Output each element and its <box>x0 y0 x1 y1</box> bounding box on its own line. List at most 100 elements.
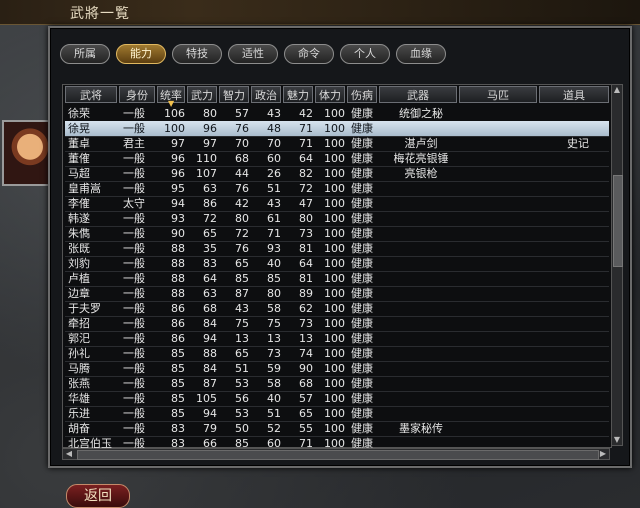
cell-pol: 75 <box>267 317 281 330</box>
cell-rank: 一般 <box>123 347 145 360</box>
cell-lead: 88 <box>171 272 185 285</box>
table-row[interactable]: 于夫罗 一般 86 68 43 58 62 100 健康 <box>65 301 609 317</box>
cell-cha: 65 <box>299 407 313 420</box>
cell-war: 68 <box>203 302 217 315</box>
scroll-up-icon[interactable]: ▲ <box>612 85 622 95</box>
hscroll-thumb[interactable] <box>77 450 599 460</box>
column-header-6[interactable]: 魅力 <box>283 86 313 103</box>
cell-lead: 106 <box>164 107 185 120</box>
table-row[interactable]: 董卓 君主 97 97 70 70 71 100 健康 湛卢剑 史记 <box>65 136 609 152</box>
table-row[interactable]: 卢植 一般 88 64 85 85 81 100 健康 <box>65 271 609 287</box>
cell-cond: 健康 <box>351 332 373 345</box>
back-button[interactable]: 返回 <box>66 484 130 508</box>
cell-pol: 43 <box>267 197 281 210</box>
column-header-3[interactable]: 武力 <box>187 86 217 103</box>
cell-item <box>543 406 613 421</box>
cell-lead: 96 <box>171 152 185 165</box>
cell-cond: 健康 <box>351 317 373 330</box>
table-row[interactable]: 刘豹 一般 88 83 65 40 64 100 健康 <box>65 256 609 272</box>
column-header-5[interactable]: 政治 <box>251 86 281 103</box>
cell-horse <box>463 151 539 166</box>
cell-hp: 100 <box>324 107 345 120</box>
cell-cond: 健康 <box>351 152 373 165</box>
cell-int: 76 <box>235 182 249 195</box>
cell-weapon <box>383 376 459 391</box>
cell-int: 70 <box>235 137 249 150</box>
tab-1[interactable]: 能力 <box>116 44 166 64</box>
table-row[interactable]: 徐荣 一般 106 80 57 43 42 100 健康 统御之秘 <box>65 106 609 122</box>
table-row[interactable]: 边章 一般 88 63 87 80 89 100 健康 <box>65 286 609 302</box>
column-header-10[interactable]: 马匹 <box>459 86 537 103</box>
horizontal-scrollbar[interactable]: ◀ ▶ <box>62 448 610 460</box>
table-row[interactable]: 孙礼 一般 85 88 65 73 74 100 健康 <box>65 346 609 362</box>
table-row[interactable]: 皇甫嵩 一般 95 63 76 51 72 100 健康 <box>65 181 609 197</box>
column-header-9[interactable]: 武器 <box>379 86 457 103</box>
cell-lead: 86 <box>171 317 185 330</box>
cell-pol: 61 <box>267 212 281 225</box>
tab-6[interactable]: 血缘 <box>396 44 446 64</box>
table-row[interactable]: 张既 一般 88 35 76 93 81 100 健康 <box>65 241 609 257</box>
cell-lead: 86 <box>171 302 185 315</box>
cell-item <box>543 166 613 181</box>
table-row[interactable]: 马超 一般 96 107 44 26 82 100 健康 亮银枪 <box>65 166 609 182</box>
tab-2[interactable]: 特技 <box>172 44 222 64</box>
cell-rank: 一般 <box>123 242 145 255</box>
cell-horse <box>463 316 539 331</box>
scroll-down-icon[interactable]: ▼ <box>612 435 622 445</box>
table-row[interactable]: 马腾 一般 85 84 51 59 90 100 健康 <box>65 361 609 377</box>
cell-rank: 一般 <box>123 377 145 390</box>
table-row[interactable]: 郭汜 一般 86 94 13 13 13 100 健康 <box>65 331 609 347</box>
cell-cond: 健康 <box>351 212 373 225</box>
cell-horse <box>463 136 539 151</box>
table-row[interactable]: 李傕 太守 94 86 42 43 47 100 健康 <box>65 196 609 212</box>
column-header-7[interactable]: 体力 <box>315 86 345 103</box>
cell-hp: 100 <box>324 257 345 270</box>
column-header-1[interactable]: 身份 <box>119 86 155 103</box>
cell-weapon <box>383 331 459 346</box>
cell-war: 64 <box>203 272 217 285</box>
cell-name: 张既 <box>68 242 90 255</box>
tab-4[interactable]: 命令 <box>284 44 334 64</box>
cell-lead: 85 <box>171 362 185 375</box>
scroll-thumb[interactable] <box>613 175 623 267</box>
cell-int: 65 <box>235 257 249 270</box>
column-header-0[interactable]: 武将 <box>65 86 117 103</box>
cell-lead: 85 <box>171 347 185 360</box>
cell-cha: 89 <box>299 287 313 300</box>
table-row[interactable]: 徐晃 一般 100 96 76 48 71 100 健康 <box>65 121 609 137</box>
vertical-scrollbar[interactable]: ▲ ▼ <box>611 84 623 446</box>
officer-list-panel: 所属 能力 特技 适性 命令 个人 血缘 武将 身份 统率 武力 智力 政治 魅力 体力 伤病 武器 马匹 道具 ▼… <box>48 26 632 468</box>
cell-rank: 一般 <box>123 152 145 165</box>
cell-weapon <box>383 316 459 331</box>
tab-0[interactable]: 所属 <box>60 44 110 64</box>
cell-int: 53 <box>235 407 249 420</box>
column-header-8[interactable]: 伤病 <box>347 86 377 103</box>
cell-pol: 13 <box>267 332 281 345</box>
cell-rank: 一般 <box>123 212 145 225</box>
cell-horse <box>463 226 539 241</box>
cell-war: 105 <box>196 392 217 405</box>
table-row[interactable]: 朱儁 一般 90 65 72 71 73 100 健康 <box>65 226 609 242</box>
cell-war: 84 <box>203 362 217 375</box>
table-row[interactable]: 韩遂 一般 93 72 80 61 80 100 健康 <box>65 211 609 227</box>
table-row[interactable]: 华雄 一般 85 105 56 40 57 100 健康 <box>65 391 609 407</box>
tab-3[interactable]: 适性 <box>228 44 278 64</box>
table-row[interactable]: 董傕 一般 96 110 68 60 64 100 健康 梅花亮银锤 <box>65 151 609 167</box>
table-row[interactable]: 牵招 一般 86 84 75 75 73 100 健康 <box>65 316 609 332</box>
table-row[interactable]: 张燕 一般 85 87 53 58 68 100 健康 <box>65 376 609 392</box>
scroll-left-icon[interactable]: ◀ <box>64 449 74 459</box>
cell-weapon: 亮银枪 <box>404 167 438 180</box>
cell-name: 朱儁 <box>68 227 90 240</box>
tab-5[interactable]: 个人 <box>340 44 390 64</box>
table-row[interactable]: 胡奋 一般 83 79 50 52 55 100 健康 墨家秘传 <box>65 421 609 437</box>
cell-weapon <box>383 226 459 241</box>
cell-war: 107 <box>196 167 217 180</box>
scroll-right-icon[interactable]: ▶ <box>598 449 608 459</box>
cell-horse <box>463 406 539 421</box>
cell-name: 郭汜 <box>68 332 90 345</box>
column-header-4[interactable]: 智力 <box>219 86 249 103</box>
table-row[interactable]: 乐进 一般 85 94 53 51 65 100 健康 <box>65 406 609 422</box>
cell-hp: 100 <box>324 332 345 345</box>
column-header-11[interactable]: 道具 <box>539 86 609 103</box>
cell-cha: 80 <box>299 212 313 225</box>
